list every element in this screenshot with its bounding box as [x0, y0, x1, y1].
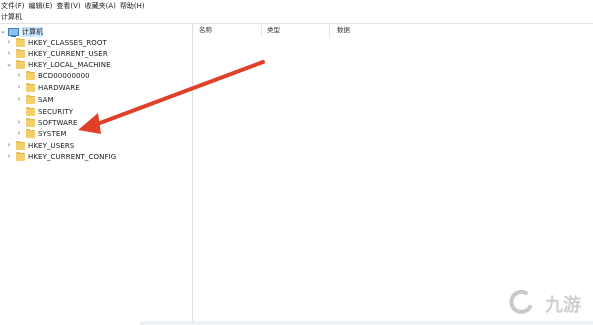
tree-label: HKEY_USERS — [28, 141, 75, 150]
watermark-logo: 九游 — [509, 289, 581, 316]
chevron-right-icon[interactable]: › — [16, 117, 22, 128]
chevron-right-icon[interactable]: › — [16, 70, 22, 81]
tree-label: HKEY_CURRENT_USER — [28, 49, 108, 58]
chevron-down-icon[interactable]: ⌄ — [6, 59, 12, 70]
folder-icon — [26, 128, 35, 138]
menu-help[interactable]: 帮助(H) — [119, 0, 148, 12]
registry-tree: ⌄ 计算机 › HKEY_CLASSES_ROOT › HKEY_CURRENT… — [0, 24, 193, 325]
folder-icon — [26, 117, 35, 127]
tree-item-software[interactable]: › SOFTWARE — [16, 117, 78, 128]
tree-label: SECURITY — [38, 107, 74, 116]
folder-icon — [16, 151, 25, 161]
tree-label: HKEY_LOCAL_MACHINE — [28, 60, 111, 69]
folder-icon — [16, 37, 25, 47]
folder-icon — [16, 140, 25, 150]
tree-item-bcd00000000[interactable]: › BCD00000000 — [16, 70, 90, 81]
tree-item-hkey-classes-root[interactable]: › HKEY_CLASSES_ROOT — [6, 37, 107, 48]
chevron-right-icon[interactable]: › — [6, 151, 12, 162]
chevron-right-icon[interactable]: › — [16, 128, 22, 139]
column-header-data[interactable]: 数据 — [333, 24, 497, 37]
tree-item-hkey-local-machine[interactable]: ⌄ HKEY_LOCAL_MACHINE — [6, 59, 111, 70]
tree-item-hkey-current-config[interactable]: › HKEY_CURRENT_CONFIG — [6, 151, 116, 162]
address-bar[interactable]: 计算机 — [0, 12, 593, 24]
menu-favorites[interactable]: 收藏夹(A) — [84, 0, 119, 12]
tree-item-security[interactable]: SECURITY — [16, 106, 73, 117]
folder-icon — [26, 94, 35, 104]
tree-item-hardware[interactable]: › HARDWARE — [16, 82, 80, 93]
tree-item-hkey-current-user[interactable]: › HKEY_CURRENT_USER — [6, 48, 108, 59]
column-header-name[interactable]: 名称 — [195, 24, 262, 37]
menu-bar: 文件(F) 编辑(E) 查看(V) 收藏夹(A) 帮助(H) — [0, 0, 593, 12]
tree-label: HKEY_CLASSES_ROOT — [28, 38, 107, 47]
menu-file[interactable]: 文件(F) — [0, 0, 28, 12]
folder-icon — [26, 70, 35, 80]
chevron-right-icon[interactable]: › — [6, 140, 12, 151]
watermark-text: 九游 — [544, 294, 581, 316]
tree-item-hkey-users[interactable]: › HKEY_USERS — [6, 140, 74, 151]
tree-label: HKEY_CURRENT_CONFIG — [28, 152, 117, 161]
tree-item-system[interactable]: › SYSTEM — [16, 128, 67, 139]
tree-label: SYSTEM — [38, 129, 67, 138]
watermark-swirl — [509, 289, 532, 314]
tree-item-sam[interactable]: › SAM — [16, 94, 54, 105]
folder-icon — [26, 106, 35, 116]
menu-view[interactable]: 查看(V) — [55, 0, 83, 12]
chevron-right-icon[interactable]: › — [16, 94, 22, 105]
chevron-right-icon[interactable]: › — [16, 82, 22, 93]
folder-icon — [26, 82, 35, 92]
tree-label: BCD00000000 — [38, 71, 90, 80]
tree-root-computer[interactable]: ⌄ 计算机 — [0, 26, 44, 37]
tree-label: 计算机 — [22, 26, 44, 37]
chevron-right-icon[interactable]: › — [6, 48, 12, 59]
column-header-type[interactable]: 类型 — [263, 24, 330, 37]
menu-edit[interactable]: 编辑(E) — [28, 0, 56, 12]
chevron-down-icon[interactable]: ⌄ — [0, 26, 6, 37]
tree-label: HARDWARE — [38, 83, 80, 92]
chevron-right-icon[interactable]: › — [6, 37, 12, 48]
computer-icon — [8, 27, 19, 37]
tree-label: SAM — [38, 95, 54, 104]
folder-icon — [16, 48, 25, 58]
tree-label: SOFTWARE — [38, 118, 78, 127]
folder-icon — [16, 59, 25, 69]
